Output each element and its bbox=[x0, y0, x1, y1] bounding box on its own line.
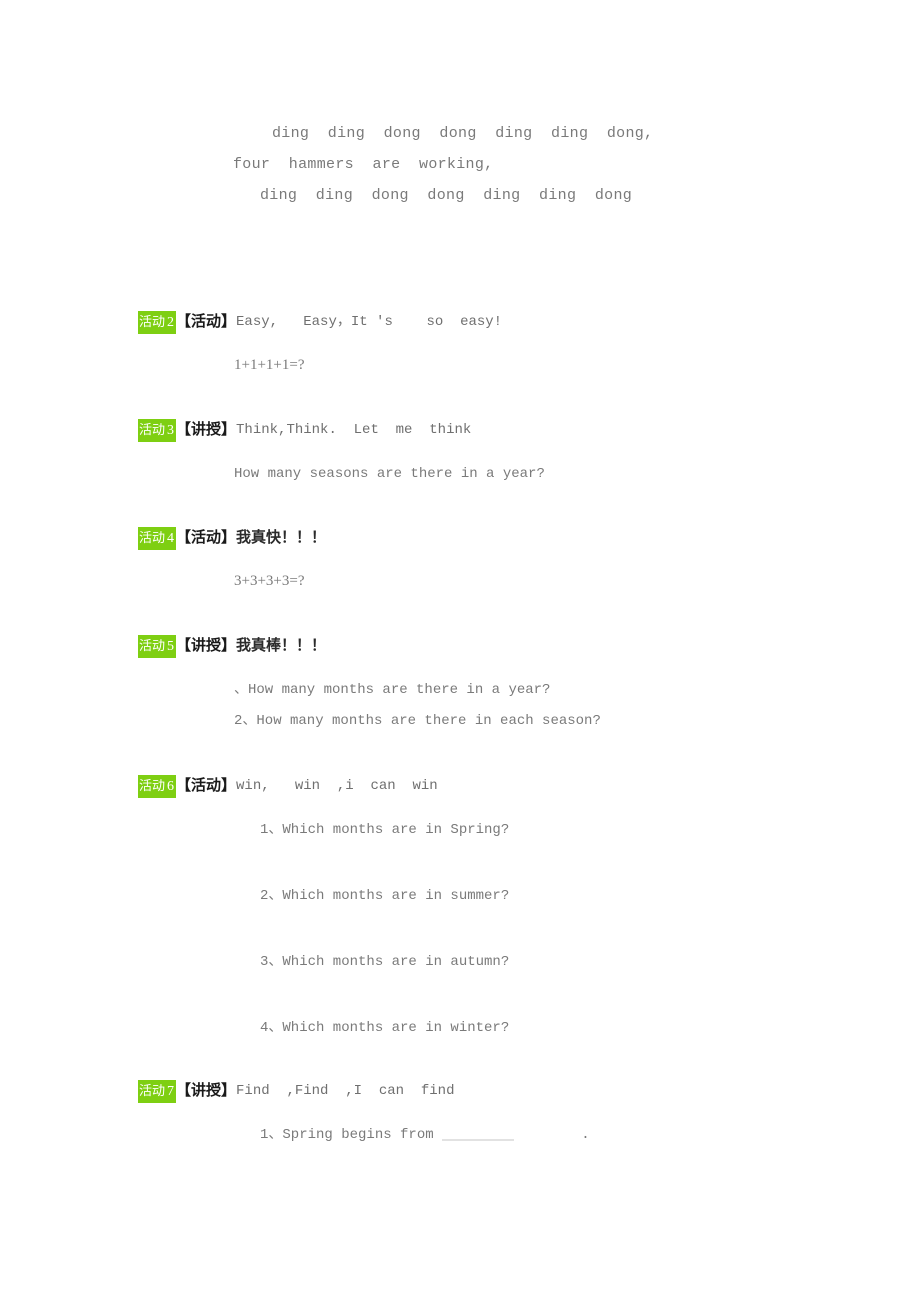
activity-body: 、How many months are there in a year? 2、… bbox=[138, 679, 898, 732]
activity-number: 6 bbox=[167, 779, 175, 794]
activity-title: 我真棒！！！ bbox=[236, 638, 327, 654]
activity-body: 1+1+1+1=? bbox=[138, 354, 898, 376]
activity-title: win, win ,i can win bbox=[236, 778, 438, 794]
activity-kind-label: 【活动】 bbox=[176, 778, 237, 794]
body-line: 2、How many months are there in each seas… bbox=[234, 713, 601, 729]
document-page: ding ding dong dong ding ding dong, four… bbox=[0, 0, 920, 1302]
activity-block-3: 活动 3 【讲授】Think,Think. Let me think How man… bbox=[138, 419, 898, 485]
activity-tag-label: 活动 bbox=[139, 422, 166, 437]
activity-heading: 活动 5 【讲授】我真棒！！！ bbox=[138, 635, 898, 658]
activity-number: 7 bbox=[167, 1084, 175, 1099]
body-line: 2、Which months are in summer? bbox=[260, 888, 510, 904]
activity-tag-label: 活动 bbox=[139, 1083, 166, 1098]
chant-block: ding ding dong dong ding ding dong, four… bbox=[0, 118, 920, 211]
activity-tag-badge: 活动 7 bbox=[138, 1080, 177, 1103]
fill-in-suffix: . bbox=[514, 1127, 590, 1143]
fill-in-blank[interactable] bbox=[442, 1139, 515, 1141]
activity-title: Easy, Easy，It 's so easy! bbox=[236, 314, 503, 330]
activity-number: 2 bbox=[167, 315, 175, 330]
activity-tag-badge: 活动 6 bbox=[138, 775, 177, 798]
activity-body: How many seasons are there in a year? bbox=[138, 463, 898, 485]
activity-title: 我真快！！！ bbox=[236, 530, 327, 546]
activity-block-5: 活动 5 【讲授】我真棒！！！ 、How many months are there… bbox=[138, 635, 898, 732]
body-line: 、How many months are there in a year? bbox=[234, 682, 551, 698]
activity-kind-label: 【活动】 bbox=[176, 314, 237, 330]
chant-line-1: ding ding dong dong ding ding dong, bbox=[272, 125, 654, 142]
activity-number: 4 bbox=[167, 531, 175, 546]
activity-tag-badge: 活动 2 bbox=[138, 311, 177, 334]
body-line: 4、Which months are in winter? bbox=[260, 1020, 510, 1036]
activity-tag-label: 活动 bbox=[139, 530, 166, 545]
activity-tag-label: 活动 bbox=[139, 778, 166, 793]
activity-heading: 活动 7 【讲授】Find ,Find ,I can find bbox=[138, 1080, 898, 1103]
activity-body: 1、Which months are in Spring? 2、Which mo… bbox=[138, 819, 898, 1039]
activity-kind-label: 【讲授】 bbox=[176, 638, 237, 654]
activity-block-6: 活动 6 【活动】win, win ,i can win 1、Which month… bbox=[138, 775, 898, 1039]
activity-body: 1、Spring begins from . bbox=[138, 1124, 898, 1146]
chant-line-3: ding ding dong dong ding ding dong bbox=[260, 187, 633, 204]
body-line: 1+1+1+1=? bbox=[234, 357, 305, 373]
activity-heading: 活动 4 【活动】我真快！！！ bbox=[138, 527, 898, 550]
activity-heading: 活动 3 【讲授】Think,Think. Let me think bbox=[138, 419, 898, 442]
activity-block-2: 活动 2 【活动】Easy, Easy，It 's so easy! 1+1+1+1… bbox=[138, 311, 898, 376]
activity-tag-label: 活动 bbox=[139, 638, 166, 653]
body-line: 3+3+3+3=? bbox=[234, 573, 305, 589]
activity-number: 3 bbox=[167, 423, 175, 438]
activity-block-4: 活动 4 【活动】我真快！！！ 3+3+3+3=? bbox=[138, 527, 898, 592]
activity-tag-badge: 活动 4 bbox=[138, 527, 177, 550]
activity-tag-badge: 活动 3 bbox=[138, 419, 177, 442]
body-line: 1、Spring begins from . bbox=[138, 1124, 898, 1146]
body-line: How many seasons are there in a year? bbox=[234, 466, 545, 482]
chant-line-2: four hammers are working, bbox=[233, 156, 494, 173]
activity-heading: 活动 2 【活动】Easy, Easy，It 's so easy! bbox=[138, 311, 898, 334]
activity-kind-label: 【讲授】 bbox=[176, 422, 237, 438]
activity-title: Find ,Find ,I can find bbox=[236, 1083, 455, 1099]
body-line: 1、Which months are in Spring? bbox=[260, 822, 510, 838]
activity-block-7: 活动 7 【讲授】Find ,Find ,I can find 1、Spring b… bbox=[138, 1080, 898, 1146]
activity-tag-badge: 活动 5 bbox=[138, 635, 177, 658]
activity-title: Think,Think. Let me think bbox=[236, 422, 472, 438]
activity-kind-label: 【活动】 bbox=[176, 530, 237, 546]
activity-tag-label: 活动 bbox=[139, 314, 166, 329]
fill-in-prompt: 1、Spring begins from bbox=[260, 1127, 443, 1143]
activity-number: 5 bbox=[167, 639, 175, 654]
activity-body: 3+3+3+3=? bbox=[138, 570, 898, 592]
body-line: 3、Which months are in autumn? bbox=[260, 954, 510, 970]
activity-heading: 活动 6 【活动】win, win ,i can win bbox=[138, 775, 898, 798]
activity-kind-label: 【讲授】 bbox=[176, 1083, 237, 1099]
